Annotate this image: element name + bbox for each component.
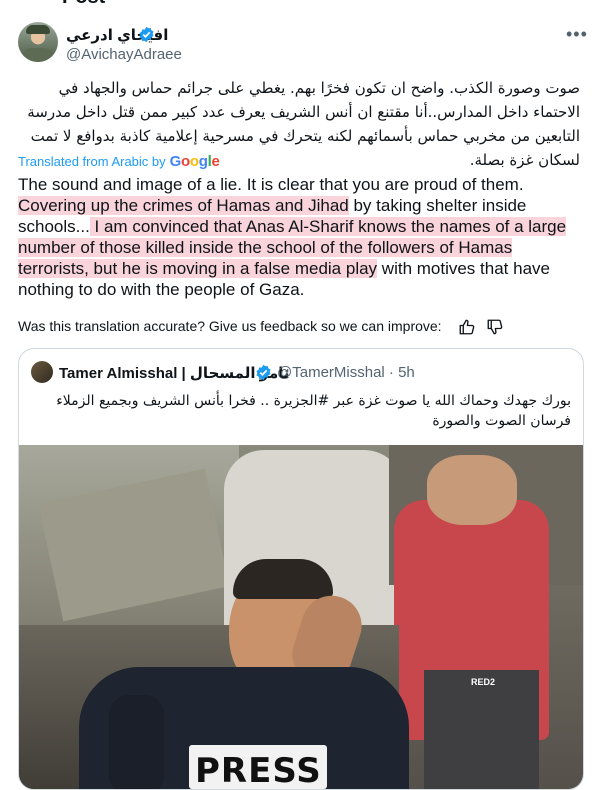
shirt-label: RED2 xyxy=(471,677,496,687)
translation-attribution[interactable]: Translated from Arabic by Google xyxy=(18,153,220,170)
quoted-photo[interactable]: RED2 PRESS xyxy=(19,445,583,789)
author-avatar[interactable] xyxy=(18,22,58,62)
quoted-verified-badge-icon xyxy=(256,364,271,381)
translation-highlight-2: and Jihad xyxy=(270,196,349,215)
translation-feedback-prompt: Was this translation accurate? Give us f… xyxy=(18,318,442,334)
author-handle[interactable]: @AvichayAdraee xyxy=(66,46,182,63)
quoted-tweet[interactable]: Tamer Almisshal | تامر المسحال @TamerMis… xyxy=(18,348,584,790)
more-icon[interactable]: ••• xyxy=(566,24,588,45)
quoted-time[interactable]: 5h xyxy=(398,364,415,381)
verified-badge-icon xyxy=(139,26,154,43)
quoted-author-avatar[interactable] xyxy=(31,361,53,383)
translation-highlight-1b: s xyxy=(261,196,271,215)
tweet-translation: The sound and image of a lie. It is clea… xyxy=(18,174,586,300)
thumbs-up-icon[interactable] xyxy=(458,318,476,336)
page-title: Post xyxy=(62,0,105,9)
quoted-separator: · xyxy=(388,364,394,381)
translation-part-1: The sound and image of a lie. It is clea… xyxy=(18,175,524,194)
quoted-meta: @TamerMisshal · 5h xyxy=(277,364,415,381)
google-logo: Google xyxy=(169,153,220,170)
quoted-text: بورك جهدك وحماك الله يا صوت غزة عبر #الج… xyxy=(56,393,571,429)
quoted-handle[interactable]: @TamerMisshal xyxy=(277,364,385,381)
press-label: PRESS xyxy=(195,751,322,789)
thumbs-down-icon[interactable] xyxy=(486,318,504,336)
translated-from-label: Translated from Arabic by xyxy=(18,154,166,169)
translation-highlight-1: Covering up the crimes of Hama xyxy=(18,196,262,215)
